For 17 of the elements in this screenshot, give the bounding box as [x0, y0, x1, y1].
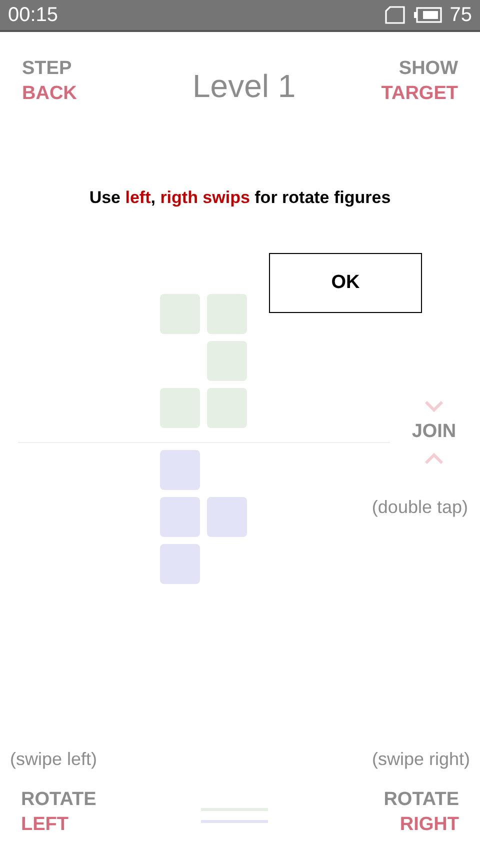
rotate-right-button[interactable]: ROTATE RIGHT — [384, 787, 459, 837]
chevron-down-icon — [424, 400, 444, 412]
level-title: Level 1 — [192, 67, 296, 106]
step-back-button[interactable]: STEP BACK — [22, 56, 77, 106]
join-button[interactable]: JOIN — [400, 400, 468, 464]
battery-icon — [414, 7, 442, 23]
show-target-button[interactable]: SHOW TARGET — [381, 56, 458, 106]
chevron-up-icon — [424, 452, 444, 464]
join-hint: (double tap) — [372, 496, 468, 519]
battery-level: 75 — [450, 3, 472, 28]
clock-time: 00:15 — [8, 3, 58, 28]
rotate-left-button[interactable]: ROTATE LEFT — [21, 787, 96, 837]
swipe-right-hint: (swipe right) — [372, 748, 470, 771]
sim-card-icon — [384, 6, 406, 24]
swipe-left-hint: (swipe left) — [10, 748, 98, 771]
ok-button[interactable]: OK — [269, 253, 422, 313]
instruction-text: Use left, rigth swips for rotate figures — [88, 187, 392, 209]
